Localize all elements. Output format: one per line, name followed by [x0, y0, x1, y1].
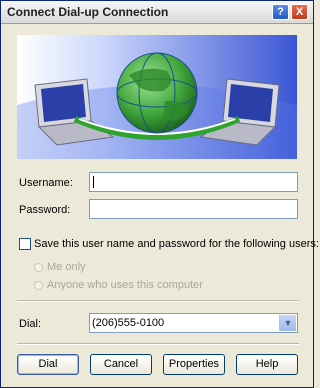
connection-banner [17, 35, 297, 159]
username-field[interactable] [89, 172, 298, 192]
dial-number-dropdown[interactable]: (206)555-0100 ▼ [89, 313, 298, 333]
dialog-window: Connect Dial-up Connection ? X Username:… [0, 0, 319, 388]
anyone-radio[interactable] [34, 281, 43, 290]
password-label: Password: [19, 204, 71, 216]
dial-button[interactable]: Dial [17, 354, 79, 375]
chevron-down-icon[interactable]: ▼ [279, 315, 296, 331]
dial-number-value: (206)555-0100 [92, 317, 165, 329]
globe-laptops-icon [17, 35, 297, 159]
divider [17, 300, 299, 302]
title-bar[interactable]: Connect Dial-up Connection ? X [1, 1, 313, 24]
save-password-label[interactable]: Save this user name and password for the… [34, 238, 319, 250]
close-button[interactable]: X [291, 4, 308, 20]
me-only-label[interactable]: Me only [47, 261, 86, 273]
dial-label: Dial: [19, 318, 42, 330]
window-title: Connect Dial-up Connection [7, 5, 169, 19]
password-field[interactable] [89, 199, 298, 219]
help-title-button[interactable]: ? [272, 4, 289, 20]
text-caret [93, 176, 94, 188]
username-label: Username: [19, 177, 73, 189]
divider-bottom [17, 343, 299, 345]
anyone-label[interactable]: Anyone who uses this computer [47, 279, 203, 291]
save-password-checkbox[interactable] [19, 238, 31, 250]
cancel-button[interactable]: Cancel [90, 354, 152, 375]
properties-button[interactable]: Properties [163, 354, 225, 375]
help-button[interactable]: Help [236, 354, 298, 375]
me-only-radio[interactable] [34, 263, 43, 272]
